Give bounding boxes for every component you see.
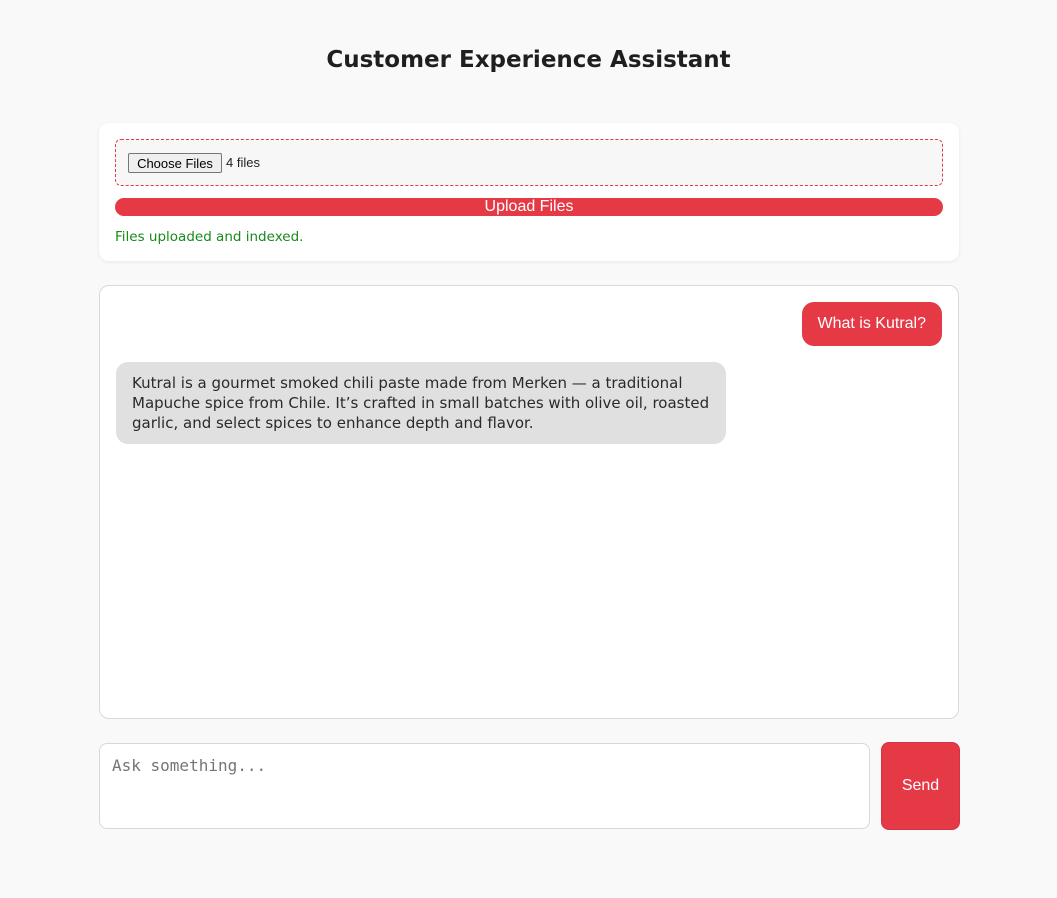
- upload-status-message: Files uploaded and indexed.: [115, 229, 304, 245]
- page-title: Customer Experience Assistant: [326, 47, 731, 73]
- selected-file-count: 4 files: [226, 155, 260, 170]
- upload-card: Choose Files 4 files Upload Files Files …: [99, 123, 959, 261]
- file-dropzone[interactable]: Choose Files 4 files: [115, 139, 943, 186]
- choose-files-button[interactable]: Choose Files: [128, 153, 222, 173]
- chat-history[interactable]: What is Kutral? Kutral is a gourmet smok…: [99, 285, 959, 719]
- user-message-bubble: What is Kutral?: [801, 302, 942, 346]
- upload-files-button[interactable]: Upload Files: [115, 198, 943, 216]
- ask-input[interactable]: [99, 743, 870, 829]
- assistant-message-bubble: Kutral is a gourmet smoked chili paste m…: [116, 362, 726, 444]
- send-button[interactable]: Send: [881, 742, 960, 830]
